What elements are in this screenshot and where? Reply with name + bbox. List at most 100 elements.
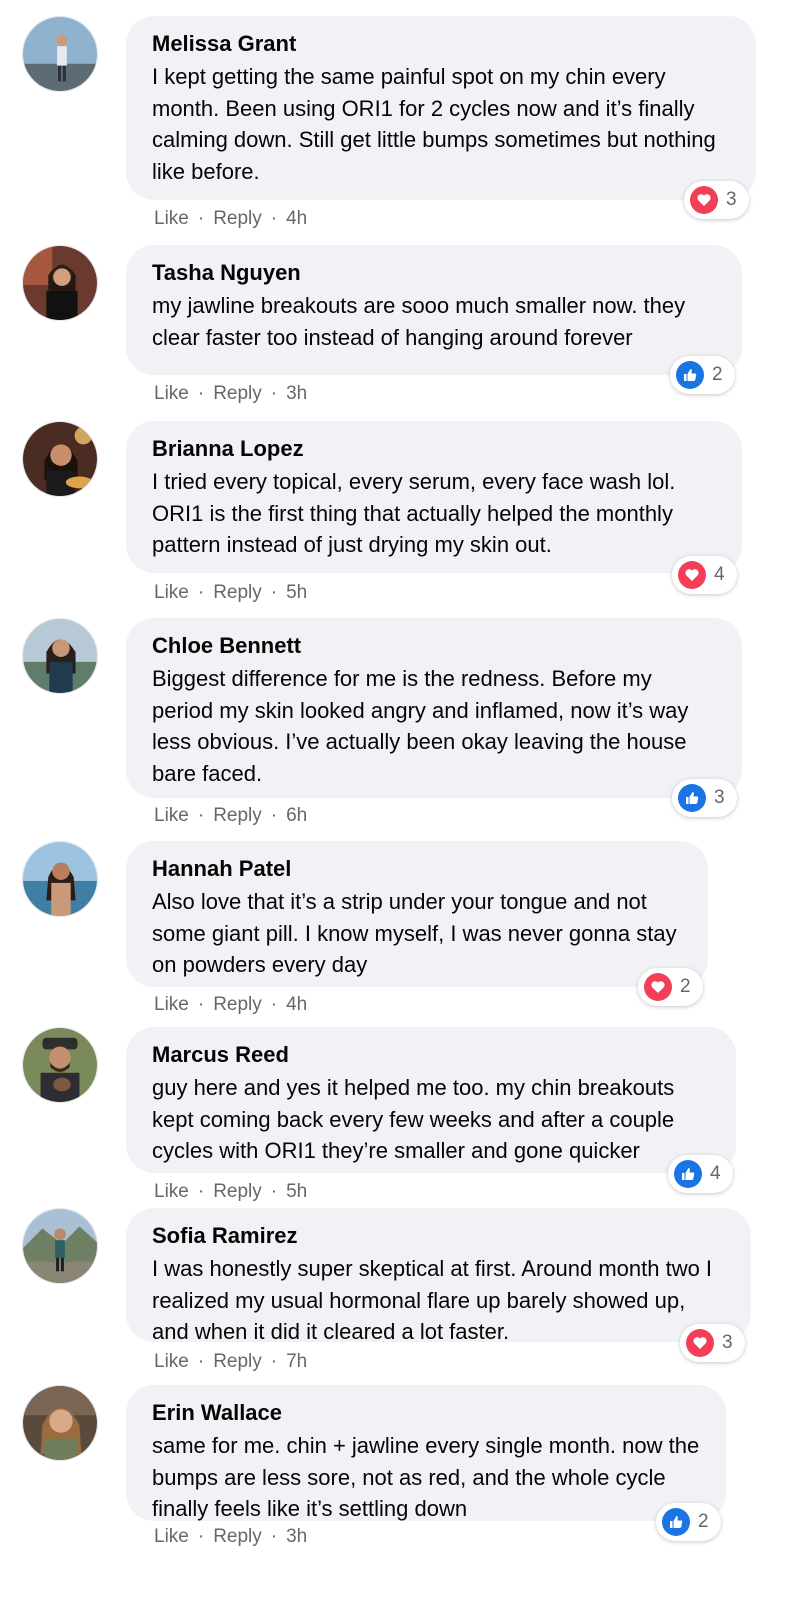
reply-link[interactable]: Reply: [213, 382, 262, 406]
reply-link[interactable]: Reply: [213, 993, 262, 1017]
comment-actions: Like · Reply · 4h: [154, 993, 307, 1017]
love-icon: [644, 973, 672, 1001]
avatar[interactable]: [22, 245, 98, 321]
comment-actions: Like · Reply · 5h: [154, 1180, 307, 1204]
love-icon: [686, 1329, 714, 1357]
comment-text: my jawline breakouts are sooo much small…: [152, 293, 686, 350]
avatar[interactable]: [22, 841, 98, 917]
reply-link[interactable]: Reply: [213, 1525, 262, 1549]
separator: ·: [270, 383, 278, 404]
comment-bubble: Chloe Bennett Biggest difference for me …: [126, 618, 742, 798]
reaction-count: 4: [714, 564, 725, 585]
reaction-count: 3: [722, 1332, 733, 1353]
like-link[interactable]: Like: [154, 804, 189, 828]
like-link[interactable]: Like: [154, 1350, 189, 1374]
reaction-badge[interactable]: 2: [656, 1503, 721, 1541]
avatar[interactable]: [22, 1027, 98, 1103]
separator: ·: [197, 805, 205, 826]
timestamp: 3h: [286, 383, 308, 404]
avatar[interactable]: [22, 1208, 98, 1284]
separator: ·: [270, 1526, 278, 1547]
reply-link[interactable]: Reply: [213, 207, 262, 231]
like-icon: [674, 1160, 702, 1188]
like-link[interactable]: Like: [154, 1525, 189, 1549]
comment-actions: Like · Reply · 4h: [154, 207, 307, 231]
avatar[interactable]: [22, 1385, 98, 1461]
separator: ·: [197, 1351, 205, 1372]
comment-text: Biggest difference for me is the redness…: [152, 666, 689, 786]
comment-author[interactable]: Brianna Lopez: [152, 435, 716, 463]
separator: ·: [270, 582, 278, 603]
reply-link[interactable]: Reply: [213, 1350, 262, 1374]
like-link[interactable]: Like: [154, 1180, 189, 1204]
comment-actions: Like · Reply · 5h: [154, 581, 307, 605]
timestamp: 6h: [286, 805, 308, 826]
comment-actions: Like · Reply · 6h: [154, 804, 307, 828]
avatar[interactable]: [22, 421, 98, 497]
love-icon: [690, 186, 718, 214]
comment-text: Also love that it’s a strip under your t…: [152, 889, 677, 977]
like-link[interactable]: Like: [154, 993, 189, 1017]
comment-text: I tried every topical, every serum, ever…: [152, 469, 676, 557]
timestamp: 3h: [286, 1526, 308, 1547]
reaction-count: 3: [726, 189, 737, 210]
comment-bubble: Brianna Lopez I tried every topical, eve…: [126, 421, 742, 573]
separator: ·: [197, 208, 205, 229]
like-icon: [662, 1508, 690, 1536]
comment-author[interactable]: Tasha Nguyen: [152, 259, 716, 287]
comment-bubble: Marcus Reed guy here and yes it helped m…: [126, 1027, 736, 1173]
separator: ·: [270, 208, 278, 229]
timestamp: 5h: [286, 1181, 308, 1202]
avatar[interactable]: [22, 618, 98, 694]
separator: ·: [270, 1181, 278, 1202]
comment-author[interactable]: Sofia Ramirez: [152, 1222, 725, 1250]
reaction-badge[interactable]: 4: [672, 556, 737, 594]
separator: ·: [197, 1526, 205, 1547]
comment-actions: Like · Reply · 3h: [154, 382, 307, 406]
separator: ·: [270, 1351, 278, 1372]
reaction-count: 2: [712, 364, 723, 385]
like-link[interactable]: Like: [154, 581, 189, 605]
timestamp: 7h: [286, 1351, 308, 1372]
reaction-badge[interactable]: 3: [672, 779, 737, 817]
separator: ·: [197, 994, 205, 1015]
reaction-badge[interactable]: 2: [670, 356, 735, 394]
comment-actions: Like · Reply · 3h: [154, 1525, 307, 1549]
reply-link[interactable]: Reply: [213, 581, 262, 605]
avatar[interactable]: [22, 16, 98, 92]
like-icon: [678, 784, 706, 812]
reaction-count: 2: [698, 1511, 709, 1532]
comment-bubble: Sofia Ramirez I was honestly super skept…: [126, 1208, 751, 1344]
timestamp: 4h: [286, 208, 308, 229]
like-link[interactable]: Like: [154, 382, 189, 406]
comment-text: same for me. chin + jawline every single…: [152, 1433, 700, 1521]
reply-link[interactable]: Reply: [213, 1180, 262, 1204]
like-icon: [676, 361, 704, 389]
comment-author[interactable]: Erin Wallace: [152, 1399, 700, 1427]
comment-author[interactable]: Hannah Patel: [152, 855, 682, 883]
separator: ·: [270, 994, 278, 1015]
love-icon: [678, 561, 706, 589]
comment-text: I kept getting the same painful spot on …: [152, 64, 716, 184]
comment-text: I was honestly super skeptical at first.…: [152, 1256, 713, 1344]
timestamp: 5h: [286, 582, 308, 603]
separator: ·: [197, 383, 205, 404]
reply-link[interactable]: Reply: [213, 804, 262, 828]
comment-author[interactable]: Chloe Bennett: [152, 632, 716, 660]
comment-actions: Like · Reply · 7h: [154, 1350, 307, 1374]
reaction-count: 4: [710, 1163, 721, 1184]
reaction-badge[interactable]: 3: [684, 181, 749, 219]
comment-bubble: Hannah Patel Also love that it’s a strip…: [126, 841, 708, 987]
comment-text: guy here and yes it helped me too. my ch…: [152, 1075, 675, 1163]
reaction-badge[interactable]: 2: [638, 968, 703, 1006]
reaction-badge[interactable]: 4: [668, 1155, 733, 1193]
comment-author[interactable]: Melissa Grant: [152, 30, 730, 58]
separator: ·: [270, 805, 278, 826]
comment-bubble: Melissa Grant I kept getting the same pa…: [126, 16, 756, 200]
comment-bubble: Tasha Nguyen my jawline breakouts are so…: [126, 245, 742, 375]
reaction-badge[interactable]: 3: [680, 1324, 745, 1362]
comment-author[interactable]: Marcus Reed: [152, 1041, 710, 1069]
like-link[interactable]: Like: [154, 207, 189, 231]
separator: ·: [197, 582, 205, 603]
separator: ·: [197, 1181, 205, 1202]
